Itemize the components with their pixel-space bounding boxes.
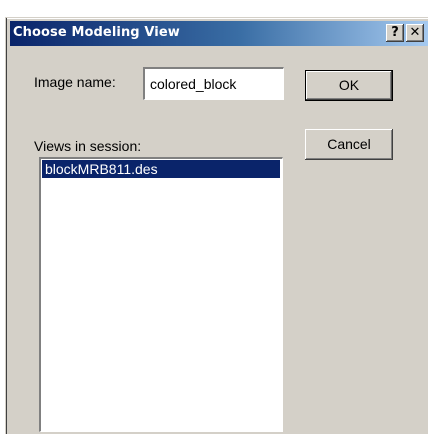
list-item[interactable]: blockMRB811.des <box>42 160 280 178</box>
image-name-label: Image name: <box>34 74 116 90</box>
screen: Choose Modeling View ? ✕ Image name: Vie… <box>0 0 428 434</box>
ok-button[interactable]: OK <box>305 70 393 101</box>
close-icon: ✕ <box>409 25 421 40</box>
choose-modeling-view-dialog: Choose Modeling View ? ✕ Image name: Vie… <box>5 17 428 434</box>
question-mark-icon: ? <box>391 25 399 40</box>
views-in-session-label: Views in session: <box>34 138 142 154</box>
close-button[interactable]: ✕ <box>406 24 424 42</box>
dialog-title: Choose Modeling View <box>13 25 180 40</box>
views-listbox[interactable]: blockMRB811.des <box>39 157 283 432</box>
image-name-input[interactable] <box>143 67 284 100</box>
cancel-button[interactable]: Cancel <box>305 129 393 160</box>
window-border <box>6 18 7 434</box>
title-bar[interactable]: Choose Modeling View ? ✕ <box>10 21 428 46</box>
help-button[interactable]: ? <box>386 24 404 42</box>
